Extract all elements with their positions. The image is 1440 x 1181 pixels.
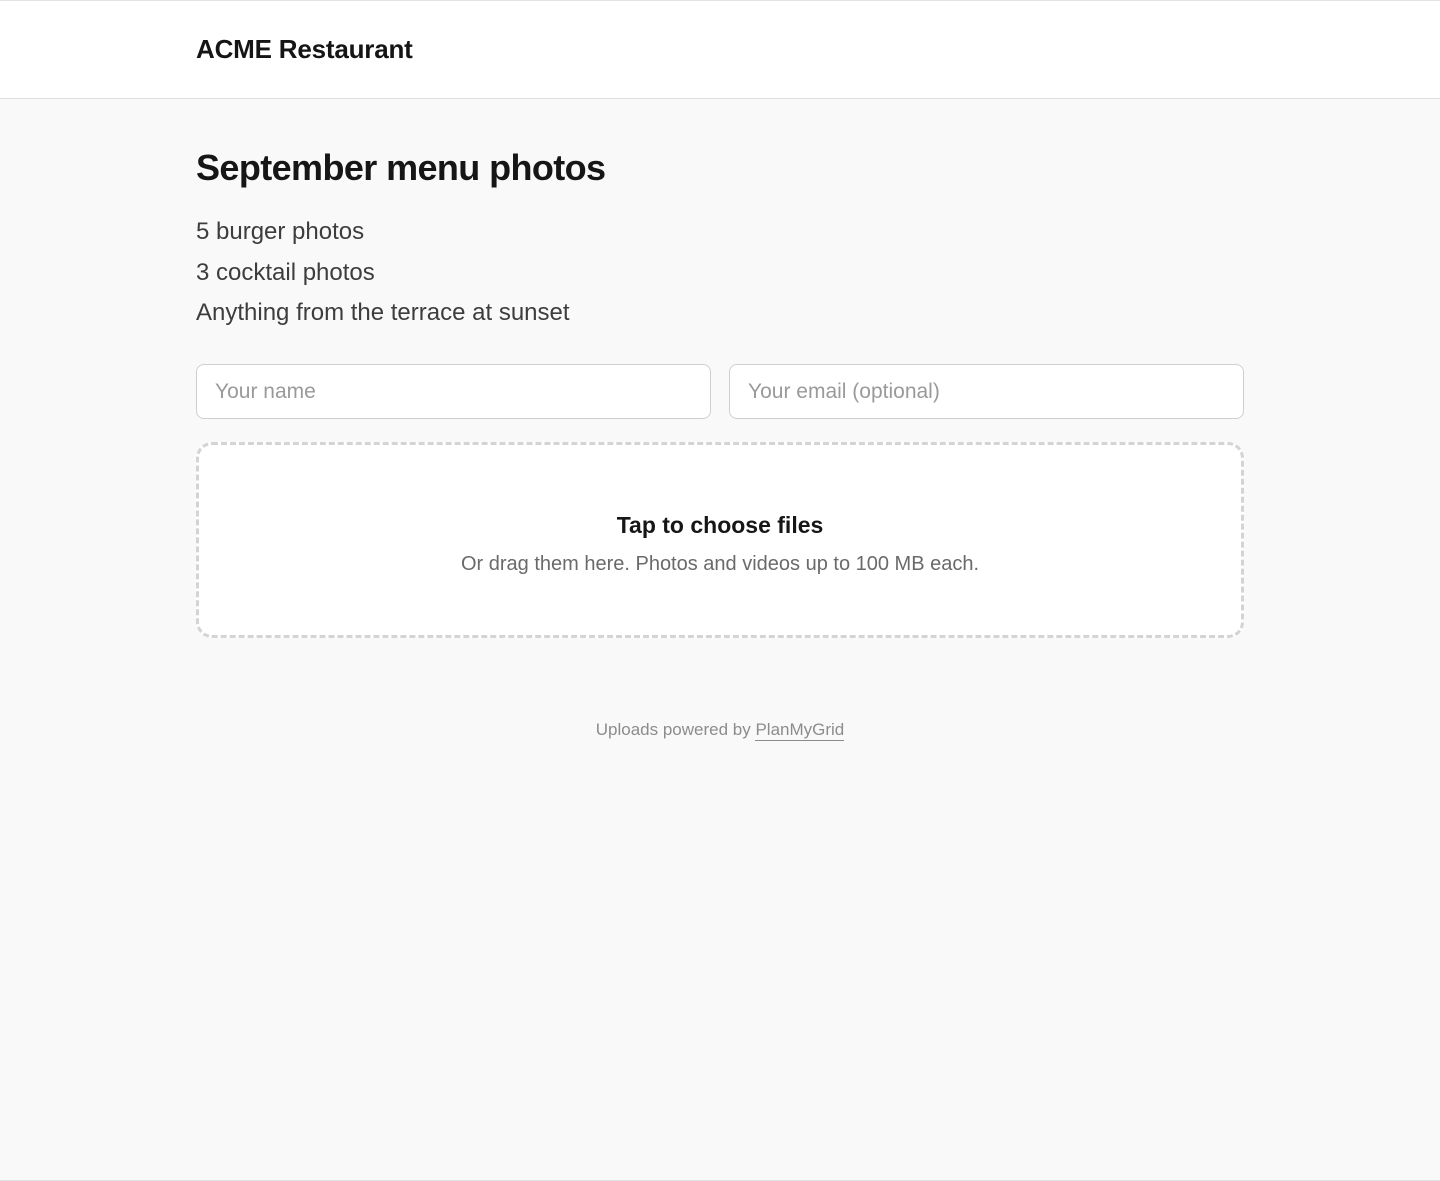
footer: Uploads powered by PlanMyGrid	[0, 719, 1440, 741]
page-title: September menu photos	[196, 147, 606, 188]
dropzone-title: Tap to choose files	[616, 512, 824, 538]
email-input[interactable]	[729, 364, 1244, 419]
shot-list-item: 3 cocktail photos	[196, 258, 375, 286]
shot-list: 5 burger photos 3 cocktail photos Anythi…	[196, 212, 570, 334]
dropzone-hint: Or drag them here. Photos and videos up …	[460, 553, 980, 575]
name-input[interactable]	[196, 364, 711, 419]
planmygrid-link[interactable]: PlanMyGrid	[755, 720, 845, 741]
shot-list-item: Anything from the terrace at sunset	[196, 299, 570, 326]
shot-list-item: 5 burger photos	[196, 218, 365, 245]
brand-name: ACME Restaurant	[196, 34, 413, 64]
site-header: ACME Restaurant	[0, 1, 1440, 99]
footer-text: Uploads powered by	[595, 720, 756, 739]
file-dropzone[interactable]: Tap to choose files Or drag them here. P…	[196, 442, 1244, 638]
